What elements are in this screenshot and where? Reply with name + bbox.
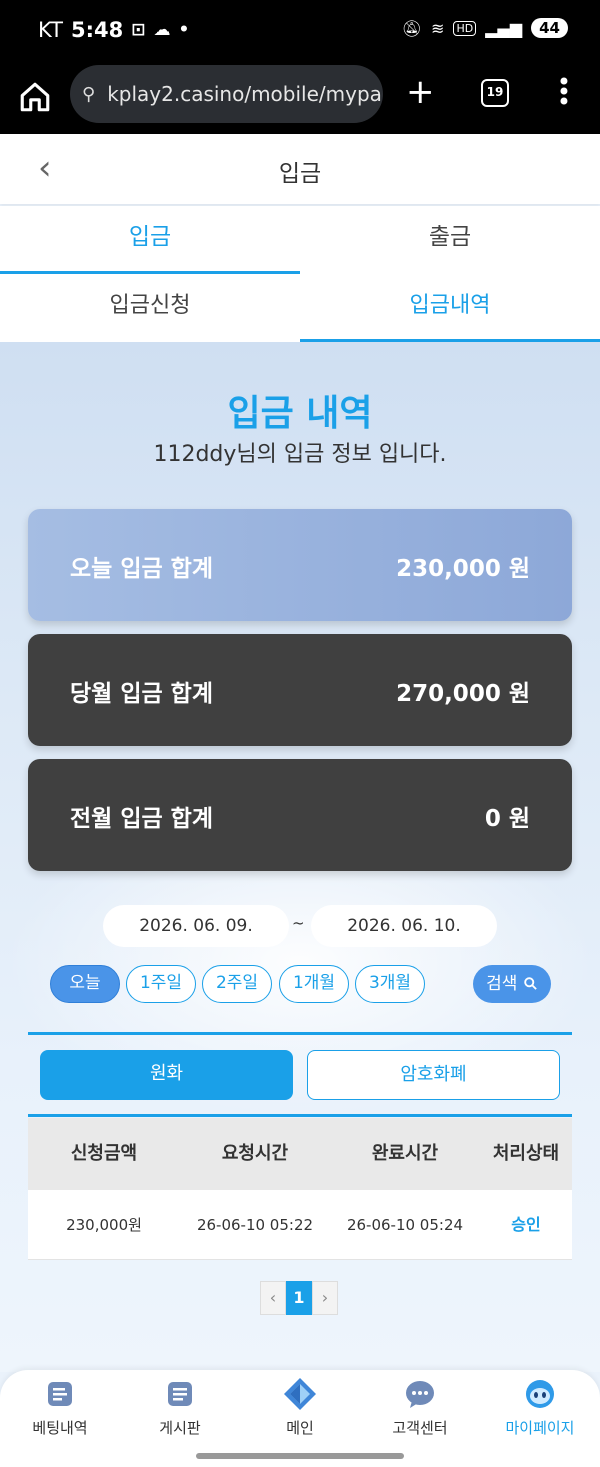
nav-customer-center[interactable]: 고객센터 (360, 1378, 480, 1438)
status-left: KT 5:48 ⊡ ☁ • (38, 18, 189, 42)
nav-label-mypage: 마이페이지 (505, 1419, 575, 1437)
month-deposit-label: 당월 입금 합계 (70, 681, 213, 707)
cell-request-time: 26-06-10 05:22 (196, 1216, 314, 1234)
header-complete-time: 완료시간 (371, 1143, 439, 1164)
clock: 5:48 (70, 18, 124, 42)
cell-complete-time: 26-06-10 05:24 (346, 1216, 464, 1234)
site-settings-icon[interactable]: ⚲ (82, 84, 95, 105)
nav-label-customer-center: 고객센터 (392, 1419, 448, 1437)
battery-indicator: 44 (531, 18, 568, 38)
nav-mypage[interactable]: 마이페이지 (480, 1378, 600, 1438)
period-today-button[interactable]: 오늘 (50, 965, 120, 1003)
section-divider-bottom (28, 1114, 572, 1117)
period-1week-button[interactable]: 1주일 (126, 965, 196, 1003)
today-deposit-amount: 230,000 원 (396, 556, 530, 582)
pagination-page-1[interactable]: 1 (286, 1281, 312, 1315)
tab-switcher-button[interactable]: 19 (481, 79, 509, 107)
pagination-prev-button[interactable]: ‹ (260, 1281, 286, 1315)
betting-history-icon (43, 1378, 77, 1410)
page-header: ‹ 입금 (0, 134, 600, 204)
nav-main[interactable]: 메인 (240, 1378, 360, 1438)
tab-krw[interactable]: 원화 (40, 1050, 293, 1100)
notification-dot-icon: • (178, 20, 190, 40)
cell-amount: 230,000원 (66, 1216, 142, 1234)
start-date-input[interactable]: 2026. 06. 09. (103, 905, 289, 947)
sub-tabs: 입금신청 입금내역 (0, 274, 600, 342)
url-text: kplay2.casino/mobile/mypa (107, 82, 382, 106)
month-deposit-amount: 270,000 원 (396, 681, 530, 707)
prev-month-deposit-card: 전월 입금 합계 0 원 (28, 759, 572, 871)
today-deposit-card: 오늘 입금 합계 230,000 원 (28, 509, 572, 621)
prev-month-deposit-label: 전월 입금 합계 (70, 806, 213, 832)
month-deposit-card: 당월 입금 합계 270,000 원 (28, 634, 572, 746)
nav-label-main: 메인 (286, 1419, 314, 1437)
header-status: 처리상태 (492, 1143, 560, 1164)
status-bar: KT 5:48 ⊡ ☁ • 🔕︎ ≋ HD ▂▄▆ 44 (0, 0, 600, 62)
main-diamond-icon (283, 1378, 317, 1410)
tab-deposit-history[interactable]: 입금내역 (300, 274, 600, 342)
cell-status: 승인 (511, 1215, 541, 1234)
new-tab-icon[interactable]: + (406, 72, 435, 112)
search-button[interactable]: 검색 (473, 965, 551, 1003)
nav-board[interactable]: 게시판 (120, 1378, 240, 1438)
board-icon (163, 1378, 197, 1410)
period-3month-button[interactable]: 3개월 (355, 965, 425, 1003)
tab-withdraw[interactable]: 출금 (300, 206, 600, 274)
header-amount: 신청금액 (70, 1143, 138, 1164)
pagination-next-button[interactable]: › (312, 1281, 338, 1315)
section-divider-top (28, 1032, 572, 1035)
period-1month-button[interactable]: 1개월 (279, 965, 349, 1003)
browser-home-icon[interactable] (18, 80, 52, 114)
screenshot-icon: ⊡ (131, 20, 146, 40)
section-title: 입금 내역 (227, 393, 373, 434)
table-header: 신청금액 요청시간 완료시간 처리상태 (28, 1118, 572, 1190)
browser-menu-icon[interactable]: • • • (556, 70, 572, 114)
home-indicator[interactable] (196, 1453, 404, 1459)
header-request-time: 요청시간 (221, 1143, 289, 1164)
page-title: 입금 (278, 161, 322, 187)
tab-deposit-request[interactable]: 입금신청 (0, 274, 300, 342)
browser-toolbar: ⚲ kplay2.casino/mobile/mypa + 19 • • • (0, 62, 600, 134)
tab-deposit[interactable]: 입금 (0, 206, 300, 274)
nav-label-board: 게시판 (159, 1419, 201, 1437)
status-right: 🔕︎ ≋ HD ▂▄▆ 44 (402, 18, 568, 38)
deposit-history-table: 신청금액 요청시간 완료시간 처리상태 230,000원 26-06-10 05… (28, 1118, 572, 1260)
period-2week-button[interactable]: 2주일 (202, 965, 272, 1003)
search-label: 검색 (486, 974, 518, 994)
wifi-icon: ≋ (431, 18, 445, 38)
mute-icon: 🔕︎ (401, 18, 423, 38)
pagination: ‹ 1 › (260, 1281, 338, 1315)
signal-icon: ▂▄▆ (485, 18, 523, 38)
section-subtitle: 112ddy님의 입금 정보 입니다. (153, 442, 447, 467)
carrier-label: KT (38, 18, 63, 42)
end-date-input[interactable]: 2026. 06. 10. (311, 905, 497, 947)
hd-badge: HD (453, 20, 477, 36)
table-row: 230,000원 26-06-10 05:22 26-06-10 05:24 승… (28, 1190, 572, 1260)
chat-bubble-icon (403, 1378, 437, 1410)
date-range-separator: ~ (292, 914, 305, 932)
url-bar[interactable]: ⚲ kplay2.casino/mobile/mypa (70, 65, 383, 123)
nav-label-betting-history: 베팅내역 (32, 1419, 88, 1437)
tab-crypto[interactable]: 암호화폐 (307, 1050, 560, 1100)
main-tabs: 입금 출금 (0, 206, 600, 274)
today-deposit-label: 오늘 입금 합계 (70, 556, 213, 582)
mascot-face-icon (523, 1378, 557, 1410)
nav-betting-history[interactable]: 베팅내역 (0, 1378, 120, 1438)
prev-month-deposit-amount: 0 원 (484, 806, 530, 832)
search-icon (523, 974, 538, 994)
weather-icon: ☁ (153, 20, 171, 40)
